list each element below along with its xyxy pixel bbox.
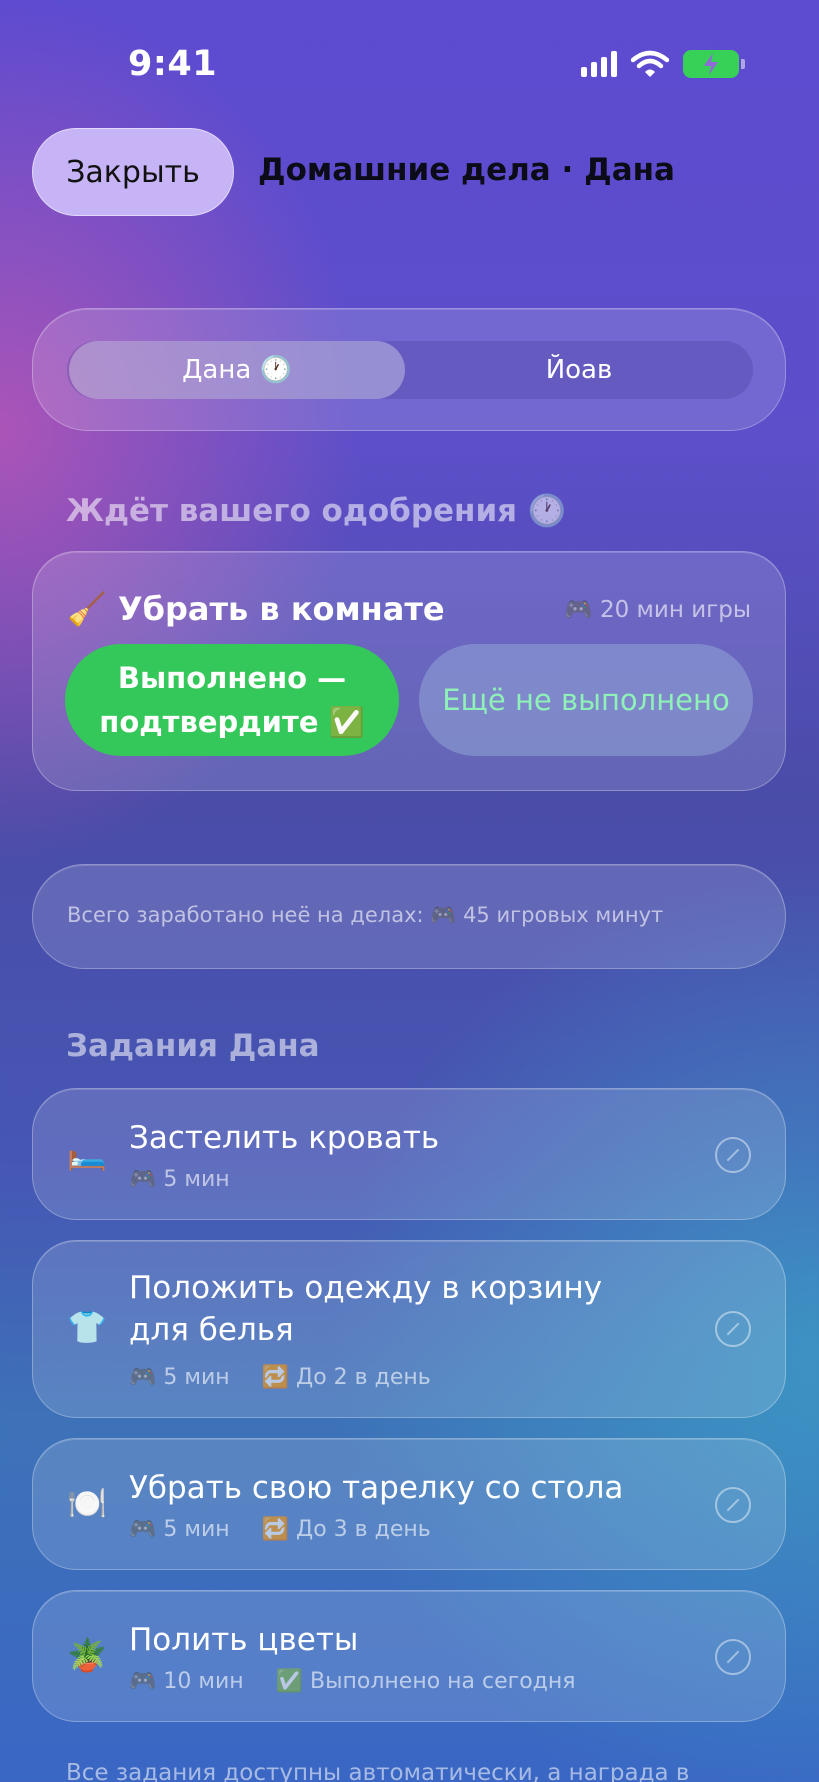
task-title: Положить одежду в корзину для белья xyxy=(129,1270,603,1348)
edit-pencil-icon[interactable] xyxy=(715,1639,751,1675)
shirt-icon: 👕 xyxy=(67,1308,107,1346)
approve-button[interactable]: Выполнено — подтвердите ✅ xyxy=(65,644,399,756)
footer-note: Все задания доступны автоматически, а на… xyxy=(66,1760,690,1782)
broom-icon: 🧹 xyxy=(67,590,107,628)
battery-charging-icon xyxy=(683,50,745,78)
task-row[interactable]: 🍽️ Убрать свою тарелку со стола 🎮 5 мин … xyxy=(32,1438,786,1570)
segment-dana[interactable]: Дана 🕐 xyxy=(69,341,405,399)
pending-task-title: 🧹 Убрать в комнате xyxy=(67,590,445,628)
task-title: Убрать свою тарелку со стола xyxy=(129,1470,624,1506)
task-limit: 🔁 До 3 в день xyxy=(261,1517,431,1542)
task-status: ✅ Выполнено на сегодня xyxy=(275,1669,576,1694)
wifi-icon xyxy=(631,50,669,77)
segment-yoav[interactable]: Йоав xyxy=(405,341,753,399)
task-reward: 🎮 10 мин xyxy=(129,1669,244,1694)
cellular-signal-icon xyxy=(581,51,617,77)
task-meta: 🎮 5 мин 🔁 До 2 в день xyxy=(129,1365,431,1390)
task-reward: 🎮 5 мин xyxy=(129,1167,230,1192)
task-reward: 🎮 5 мин xyxy=(129,1365,230,1390)
child-switcher-card: Дана 🕐 Йоав xyxy=(32,308,786,431)
pending-section-title: Ждёт вашего одобрения 🕐 xyxy=(66,493,567,529)
plate-icon: 🍽️ xyxy=(67,1484,107,1522)
pending-reward: 🎮 20 мин игры xyxy=(564,597,751,623)
task-meta: 🎮 5 мин xyxy=(129,1167,230,1192)
pending-task-label: Убрать в комнате xyxy=(117,590,445,628)
task-meta: 🎮 5 мин 🔁 До 3 в день xyxy=(129,1517,431,1542)
page-title: Домашние дела · Дана xyxy=(258,152,675,188)
earned-total-text: Всего заработано неё на делах: 🎮 45 игро… xyxy=(67,903,664,927)
tasks-section-title: Задания Дана xyxy=(66,1028,320,1064)
task-reward: 🎮 5 мин xyxy=(129,1517,230,1542)
pending-approval-card: 🧹 Убрать в комнате 🎮 20 мин игры Выполне… xyxy=(32,551,786,791)
bed-icon: 🛏️ xyxy=(67,1134,107,1172)
segmented-control: Дана 🕐 Йоав xyxy=(67,341,753,399)
plant-icon: 🪴 xyxy=(67,1636,107,1674)
task-row[interactable]: 🪴 Полить цветы 🎮 10 мин ✅ Выполнено на с… xyxy=(32,1590,786,1722)
task-row[interactable]: 🛏️ Застелить кровать 🎮 5 мин xyxy=(32,1088,786,1220)
reject-button[interactable]: Ещё не выполнено xyxy=(419,644,753,756)
status-icons xyxy=(581,50,745,78)
edit-pencil-icon[interactable] xyxy=(715,1311,751,1347)
edit-pencil-icon[interactable] xyxy=(715,1487,751,1523)
edit-pencil-icon[interactable] xyxy=(715,1137,751,1173)
task-limit: 🔁 До 2 в день xyxy=(261,1365,431,1390)
close-button[interactable]: Закрыть xyxy=(32,128,234,216)
task-title: Застелить кровать xyxy=(129,1120,440,1156)
task-row[interactable]: 👕 Положить одежду в корзину для белья 🎮 … xyxy=(32,1240,786,1418)
earned-total-card: Всего заработано неё на делах: 🎮 45 игро… xyxy=(32,864,786,969)
task-meta: 🎮 10 мин ✅ Выполнено на сегодня xyxy=(129,1669,576,1694)
status-time: 9:41 xyxy=(128,44,218,84)
task-title: Полить цветы xyxy=(129,1622,359,1658)
